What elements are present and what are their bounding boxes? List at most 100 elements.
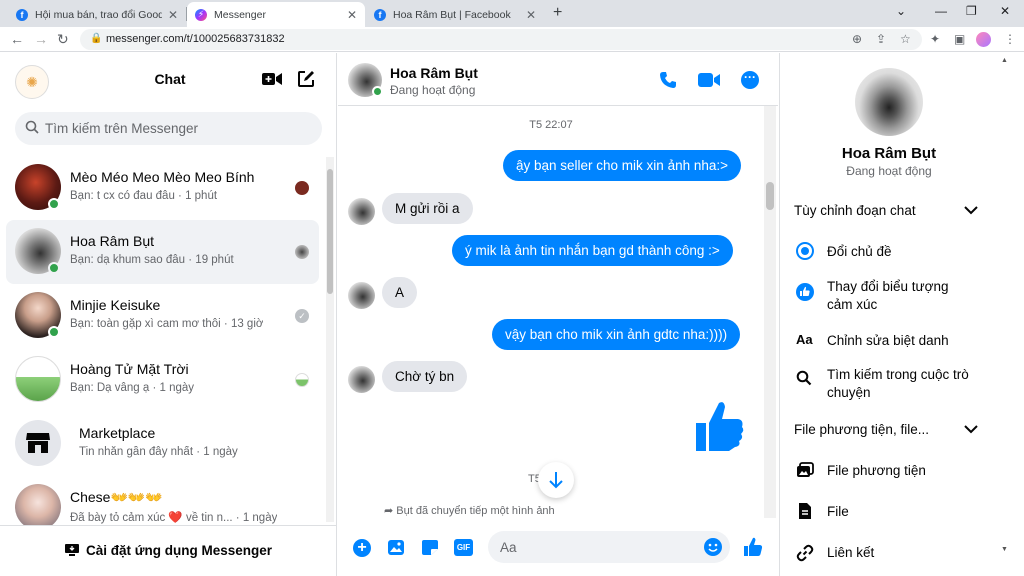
add-more-icon[interactable]: + <box>353 539 371 557</box>
seen-avatar <box>295 373 309 387</box>
scroll-up-icon[interactable]: ▲ <box>1001 57 1008 64</box>
browser-menu-icon[interactable]: ⋮ <box>1004 32 1016 46</box>
search-in-conversation-option[interactable]: Tìm kiếm trong cuộc trò chuyện <box>780 363 998 405</box>
new-tab-button[interactable]: + <box>553 4 562 22</box>
zoom-icon[interactable]: ⊕ <box>852 32 862 46</box>
minimize-icon[interactable]: — <box>935 4 947 18</box>
compose-icon[interactable] <box>297 70 315 88</box>
phone-call-icon[interactable] <box>659 71 677 89</box>
scrollbar-thumb[interactable] <box>327 169 333 294</box>
scrollbar-track[interactable] <box>1001 68 1007 568</box>
message-bubble-outgoing[interactable]: ậy bạn seller cho mik xin ảnh nha:> <box>503 150 741 181</box>
change-theme-option[interactable]: Đổi chủ đề <box>780 237 998 267</box>
change-emoji-option[interactable]: Thay đổi biểu tượng cảm xúc <box>780 275 998 317</box>
side-panel-icon[interactable]: ▣ <box>954 32 965 46</box>
new-video-call-icon[interactable] <box>261 71 283 87</box>
close-window-icon[interactable]: ✕ <box>1000 4 1010 18</box>
contact-avatar[interactable] <box>855 68 923 136</box>
photo-icon[interactable] <box>387 539 405 556</box>
info-panel-scrollbar[interactable]: ▲ ▼ <box>999 53 1009 576</box>
file-option[interactable]: File <box>780 497 998 527</box>
conversation-item[interactable]: Minjie Keisuke Bạn: toàn gặp xì cam mơ t… <box>6 284 319 348</box>
reload-icon[interactable]: ↻ <box>57 31 69 47</box>
conversation-item[interactable]: Marketplace Tin nhắn gần đây nhất · 1 ng… <box>6 412 319 476</box>
search-placeholder: Tìm kiếm trên Messenger <box>45 121 199 136</box>
sticker-icon[interactable] <box>421 539 439 556</box>
browser-tab-active[interactable]: ⚡ Messenger ✕ <box>187 2 365 27</box>
video-call-icon[interactable] <box>697 72 721 88</box>
profile-avatar[interactable]: ✺ <box>15 65 49 99</box>
search-icon <box>25 120 39 134</box>
link-option[interactable]: Liên kết <box>780 538 998 568</box>
browser-toolbar: ← → ↻ 🔒 messenger.com/t/100025683731832 … <box>0 27 1024 52</box>
scrollbar-thumb[interactable] <box>766 182 774 210</box>
conversation-item[interactable]: Mèo Méo Meo Mèo Meo Bính Bạn: t cx có đa… <box>6 156 319 220</box>
chat-heading: Chat <box>154 71 186 87</box>
option-label: File phương tiện <box>827 463 926 478</box>
customize-chat-section[interactable]: Tùy chỉnh đoạn chat <box>780 196 998 226</box>
chevron-down-icon <box>964 205 978 215</box>
message-bubble-incoming[interactable]: M gửi rồi a <box>382 193 473 224</box>
conversation-item[interactable]: Hoàng Tử Mặt Trời Bạn: Dạ vâng ạ · 1 ngà… <box>6 348 319 412</box>
option-label: Đổi chủ đề <box>827 244 892 259</box>
like-button-icon[interactable] <box>743 537 763 557</box>
address-bar[interactable]: 🔒 messenger.com/t/100025683731832 ⊕ ⇪ ☆ <box>80 29 922 50</box>
contact-name[interactable]: Hoa Râm Bụt <box>390 65 478 81</box>
message-bubble-incoming[interactable]: Chờ tý bn <box>382 361 468 392</box>
browser-tab[interactable]: f Hoa Râm Bụt | Facebook ✕ <box>366 2 544 27</box>
online-indicator <box>48 198 60 210</box>
contact-status: Đang hoạt động <box>846 164 932 178</box>
tab-search-icon[interactable]: ⌄ <box>896 4 906 18</box>
message-bubble-outgoing[interactable]: ý mik là ảnh tin nhắn bạn gd thành công … <box>452 235 733 266</box>
gif-icon[interactable]: GIF <box>454 539 473 556</box>
message-bubble-incoming[interactable]: A <box>382 277 418 308</box>
sender-avatar <box>348 366 375 393</box>
edit-nickname-option[interactable]: Aa Chỉnh sửa biệt danh <box>780 327 998 355</box>
conversation-preview: Đã bày tỏ cảm xúc ❤️ về tin n... · 1 ngà… <box>70 512 278 524</box>
message-input[interactable]: Aa <box>488 531 730 563</box>
profile-avatar[interactable] <box>976 32 991 47</box>
facebook-icon: f <box>374 8 386 21</box>
tab-title: Messenger <box>214 8 266 21</box>
close-tab-icon[interactable]: ✕ <box>526 8 536 22</box>
conversation-item-selected[interactable]: Hoa Râm Bụt Bạn: dạ khum sao đâu · 19 ph… <box>6 220 319 284</box>
restore-icon[interactable]: ❐ <box>966 4 977 18</box>
conversation-preview: Tin nhắn gần đây nhất · 1 ngày <box>79 446 238 458</box>
option-label: Liên kết <box>827 545 875 560</box>
browser-tab[interactable]: f Hội mua bán, trao đổi Goods Anime ✕ <box>8 2 186 27</box>
seen-avatar <box>295 245 309 259</box>
close-tab-icon[interactable]: ✕ <box>168 8 178 22</box>
conversation-scrollbar[interactable] <box>764 106 776 518</box>
conversation-name: Hoàng Tử Mặt Trời <box>70 361 189 377</box>
message-placeholder: Aa <box>500 540 517 555</box>
emoji-icon[interactable] <box>704 538 722 556</box>
conversation-panel: Hoa Râm Bụt Đang hoạt động ··· T5 22:07 … <box>338 53 778 576</box>
forward-icon[interactable]: → <box>34 31 48 47</box>
conversation-header: Hoa Râm Bụt Đang hoạt động ··· <box>338 53 778 106</box>
close-tab-icon[interactable]: ✕ <box>347 8 357 22</box>
back-icon[interactable]: ← <box>10 31 24 47</box>
nickname-icon: Aa <box>796 332 813 347</box>
install-app-button[interactable]: Cài đặt ứng dụng Messenger <box>0 525 337 576</box>
search-input[interactable]: Tìm kiếm trên Messenger <box>15 112 322 145</box>
conversation-name: Marketplace <box>79 425 156 441</box>
conversation-item[interactable]: Chese👐👐👐 Đã bày tỏ cảm xúc ❤️ về tin n..… <box>6 476 319 526</box>
bookmark-star-icon[interactable]: ☆ <box>900 32 911 46</box>
chat-list-scrollbar[interactable] <box>326 157 334 522</box>
media-option[interactable]: File phương tiện <box>780 456 998 486</box>
contact-status: Đang hoạt động <box>390 83 476 97</box>
conversation-preview: Bạn: dạ khum sao đâu · 19 phút <box>70 254 234 266</box>
seen-avatar <box>295 181 309 195</box>
media-files-section[interactable]: File phương tiện, file... <box>780 415 998 445</box>
message-bubble-outgoing[interactable]: vậy bạn cho mik xin ảnh gdtc nha:)))) <box>492 319 741 350</box>
conversation-name: Chese👐👐👐 <box>70 489 163 505</box>
conversation-preview: Bạn: Dạ vâng ạ · 1 ngày <box>70 382 195 394</box>
sender-avatar <box>348 198 375 225</box>
share-icon[interactable]: ⇪ <box>876 32 886 46</box>
scroll-down-icon[interactable]: ▼ <box>1001 546 1008 553</box>
scroll-to-bottom-button[interactable] <box>538 462 574 498</box>
sent-like-icon[interactable] <box>693 399 745 453</box>
conversation-info-icon[interactable]: ··· <box>741 71 759 89</box>
extensions-icon[interactable]: ✦ <box>930 32 940 46</box>
contact-name: Hoa Râm Bụt <box>841 145 937 162</box>
